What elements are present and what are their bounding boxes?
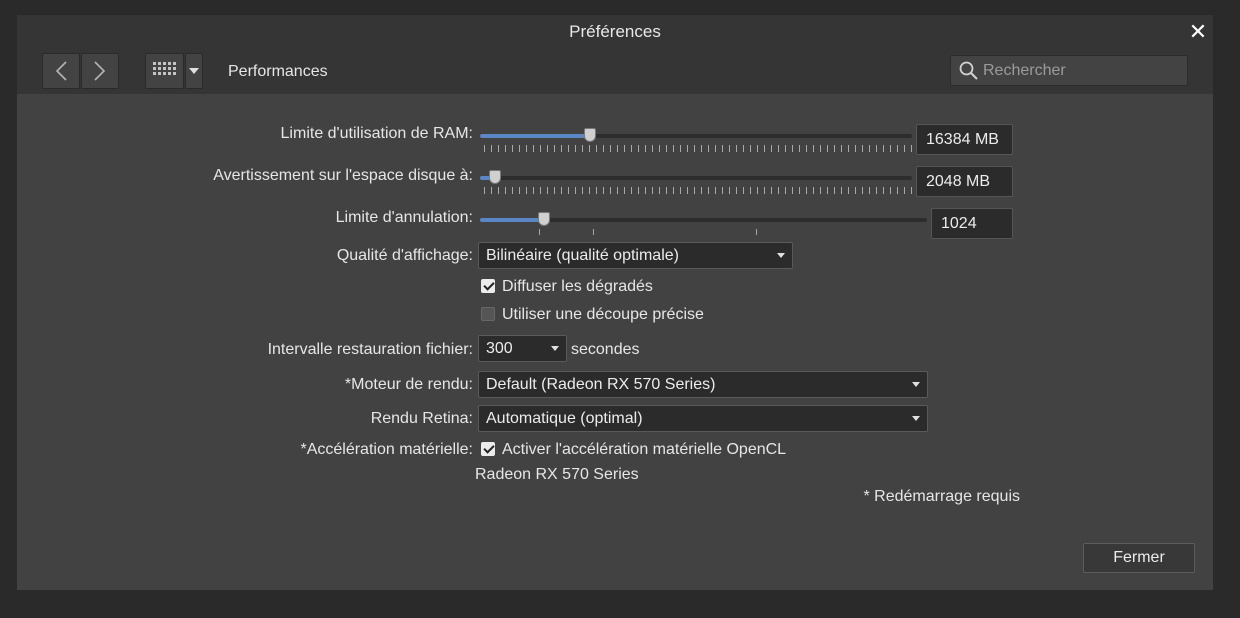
search-icon bbox=[959, 61, 978, 80]
render-engine-label: *Moteur de rendu: bbox=[344, 376, 473, 393]
grid-menu-button[interactable] bbox=[185, 53, 203, 89]
restore-interval-select[interactable]: 300 bbox=[478, 335, 567, 362]
slider-fill bbox=[480, 218, 544, 222]
back-button[interactable] bbox=[42, 53, 80, 89]
disk-warning-label: Avertissement sur l'espace disque à: bbox=[213, 167, 473, 184]
dither-checkbox[interactable] bbox=[481, 279, 495, 293]
slider-thumb[interactable] bbox=[489, 170, 501, 184]
close-button[interactable]: Fermer bbox=[1083, 543, 1195, 573]
retina-value: Automatique (optimal) bbox=[486, 410, 643, 427]
retina-select[interactable]: Automatique (optimal) bbox=[478, 405, 928, 432]
restart-note: * Redémarrage requis bbox=[863, 488, 1020, 505]
undo-tick bbox=[593, 229, 594, 235]
slider-fill bbox=[480, 134, 590, 138]
grid-icon bbox=[152, 62, 176, 75]
dither-label: Diffuser les dégradés bbox=[502, 278, 653, 295]
undo-limit-label: Limite d'annulation: bbox=[335, 209, 473, 226]
undo-tick bbox=[756, 229, 757, 235]
hw-accel-label: *Accélération matérielle: bbox=[300, 441, 473, 458]
back-icon bbox=[55, 61, 67, 81]
disk-warning-value[interactable]: 2048 MB bbox=[916, 166, 1013, 197]
disk-warning-ticks bbox=[484, 187, 912, 194]
chevron-down-icon bbox=[189, 68, 199, 74]
ram-limit-value[interactable]: 16384 MB bbox=[916, 124, 1013, 155]
display-quality-value: Bilinéaire (qualité optimale) bbox=[486, 247, 679, 264]
forward-button[interactable] bbox=[81, 53, 119, 89]
chevron-down-icon bbox=[912, 382, 920, 387]
grid-view-button[interactable] bbox=[145, 53, 184, 89]
render-engine-value: Default (Radeon RX 570 Series) bbox=[486, 376, 716, 393]
ram-limit-ticks bbox=[484, 145, 912, 152]
ram-limit-label: Limite d'utilisation de RAM: bbox=[280, 125, 473, 142]
undo-tick bbox=[539, 229, 540, 235]
disk-warning-slider[interactable] bbox=[480, 170, 912, 184]
search-box[interactable] bbox=[950, 55, 1188, 86]
render-engine-select[interactable]: Default (Radeon RX 570 Series) bbox=[478, 371, 928, 398]
chevron-down-icon bbox=[912, 416, 920, 421]
precise-clip-checkbox[interactable] bbox=[481, 307, 495, 321]
slider-thumb[interactable] bbox=[538, 212, 550, 226]
display-quality-label: Qualité d'affichage: bbox=[336, 247, 473, 264]
restore-interval-value: 300 bbox=[486, 340, 513, 357]
section-title: Performances bbox=[228, 63, 328, 80]
search-input[interactable] bbox=[983, 56, 1183, 85]
precise-clip-label: Utiliser une découpe précise bbox=[502, 306, 704, 323]
opencl-label: Activer l'accélération matérielle OpenCL bbox=[502, 441, 787, 458]
restore-interval-label: Intervalle restauration fichier: bbox=[267, 341, 473, 358]
display-quality-select[interactable]: Bilinéaire (qualité optimale) bbox=[478, 242, 793, 269]
restore-interval-unit: secondes bbox=[571, 341, 640, 358]
window-title: Préférences bbox=[569, 22, 661, 41]
retina-label: Rendu Retina: bbox=[370, 410, 473, 427]
chevron-down-icon bbox=[777, 253, 785, 258]
toolbar: Performances bbox=[17, 48, 1213, 94]
gpu-device-name: Radeon RX 570 Series bbox=[475, 466, 639, 483]
close-icon[interactable]: ✕ bbox=[1187, 21, 1209, 43]
undo-limit-slider[interactable] bbox=[480, 212, 927, 226]
forward-icon bbox=[94, 61, 106, 81]
ram-limit-slider[interactable] bbox=[480, 128, 912, 142]
preferences-dialog: Préférences ✕ Performances Rechercher Li… bbox=[17, 15, 1213, 590]
title-bar: Préférences ✕ bbox=[17, 15, 1213, 48]
slider-thumb[interactable] bbox=[584, 128, 596, 142]
opencl-checkbox[interactable] bbox=[481, 442, 495, 456]
undo-limit-value[interactable]: 1024 bbox=[931, 208, 1013, 239]
chevron-down-icon bbox=[551, 346, 559, 351]
